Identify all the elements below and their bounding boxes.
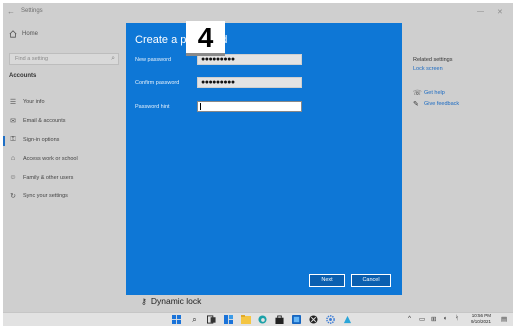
step-number-badge: 4: [186, 21, 225, 56]
search-placeholder: Find a setting: [15, 56, 49, 62]
person-card-icon: ☰: [9, 99, 17, 106]
help-icon: ☏: [413, 90, 422, 97]
cancel-button[interactable]: Cancel: [351, 274, 391, 287]
search-icon: ⌕: [111, 55, 115, 62]
confirm-password-field[interactable]: ●●●●●●●●●: [197, 77, 302, 88]
minimize-icon[interactable]: —: [477, 8, 484, 15]
section-heading: Accounts: [9, 73, 37, 79]
password-hint-field[interactable]: [197, 101, 302, 112]
task-view-icon[interactable]: [206, 314, 217, 325]
mail-icon: ✉: [10, 118, 16, 125]
sidebar-item-label: Your info: [23, 99, 45, 105]
selection-indicator: [3, 136, 5, 146]
home-icon: [9, 30, 17, 38]
password-hint-label: Password hint: [135, 104, 170, 110]
feedback-icon: ✎: [413, 101, 419, 108]
sidebar-item-label: Email & accounts: [23, 118, 66, 124]
sidebar-item-label: Access work or school: [23, 155, 78, 162]
sync-icon: ↻: [10, 193, 16, 200]
sidebar-item-email-accounts[interactable]: ✉ Email & accounts: [9, 117, 66, 125]
create-password-dialog: Create a password New password ●●●●●●●●●…: [126, 23, 402, 295]
sidebar-item-access-work[interactable]: ⌂ Access work or school: [9, 155, 78, 162]
settings-gear-icon[interactable]: [325, 314, 336, 325]
key-icon: ⚿: [10, 136, 16, 143]
taskbar: ⌕ ^ ▭ ⊞ ◖ ᛋ 10:56 PM 9/10/2021 ▤: [3, 312, 513, 326]
network-icon[interactable]: ⊞: [431, 315, 436, 323]
sidebar-item-label: Family & other users: [23, 174, 74, 181]
app-icon[interactable]: [291, 314, 302, 325]
give-feedback-link[interactable]: Give feedback: [424, 101, 459, 107]
sidebar-item-home[interactable]: Home: [9, 30, 38, 38]
notification-icon[interactable]: ▤: [501, 315, 507, 323]
new-password-label: New password: [135, 57, 172, 63]
dynamic-lock-label: Dynamic lock: [150, 296, 202, 306]
briefcase-icon: ⌂: [10, 155, 16, 162]
xbox-icon[interactable]: [308, 314, 319, 325]
title-bar: ← Settings — ✕: [3, 3, 513, 25]
sidebar-item-label: Sync your settings: [23, 193, 68, 199]
text-caret: [200, 103, 201, 110]
search-input[interactable]: Find a setting ⌕: [9, 53, 119, 65]
file-explorer-icon[interactable]: [240, 314, 251, 325]
sidebar-item-sync[interactable]: ↻ Sync your settings: [9, 192, 68, 200]
sidebar-item-family[interactable]: ☺ Family & other users: [9, 174, 73, 181]
window-title: Settings: [21, 8, 43, 14]
volume-icon[interactable]: ◖: [443, 315, 447, 322]
confirm-password-label: Confirm password: [135, 80, 180, 86]
screen: ← Settings — ✕ Home Find a setting ⌕ Acc…: [3, 3, 513, 326]
get-help-link[interactable]: Get help: [424, 90, 445, 96]
sidebar-item-your-info[interactable]: ☰ Your info: [9, 98, 45, 106]
lock-screen-link[interactable]: Lock screen: [413, 66, 443, 72]
sidebar-item-label: Sign-in options: [23, 137, 60, 143]
widgets-icon[interactable]: [223, 314, 234, 325]
sidebar-item-label: Home: [22, 31, 39, 37]
dynamic-lock-icon: ⚷: [141, 296, 147, 306]
edge-icon[interactable]: [257, 314, 268, 325]
language-icon[interactable]: ᛋ: [455, 315, 459, 322]
next-button[interactable]: Next: [309, 274, 345, 287]
close-icon[interactable]: ✕: [497, 8, 503, 16]
tray-chevron-icon[interactable]: ^: [408, 315, 411, 322]
clock-date: 9/10/2021: [471, 319, 492, 324]
search-icon[interactable]: ⌕: [189, 314, 200, 325]
display-icon[interactable]: ▭: [419, 315, 425, 323]
clock[interactable]: 10:56 PM 9/10/2021: [471, 313, 491, 325]
dynamic-lock-heading: ⚷ Dynamic lock: [141, 296, 201, 306]
back-arrow-icon[interactable]: ←: [7, 7, 15, 16]
start-icon[interactable]: [171, 314, 182, 325]
sidebar-item-sign-in-options[interactable]: ⚿ Sign-in options: [9, 136, 59, 144]
app-icon-2[interactable]: [342, 314, 353, 325]
related-settings-heading: Related settings: [413, 57, 453, 63]
people-icon: ☺: [9, 174, 17, 181]
store-icon[interactable]: [274, 314, 285, 325]
